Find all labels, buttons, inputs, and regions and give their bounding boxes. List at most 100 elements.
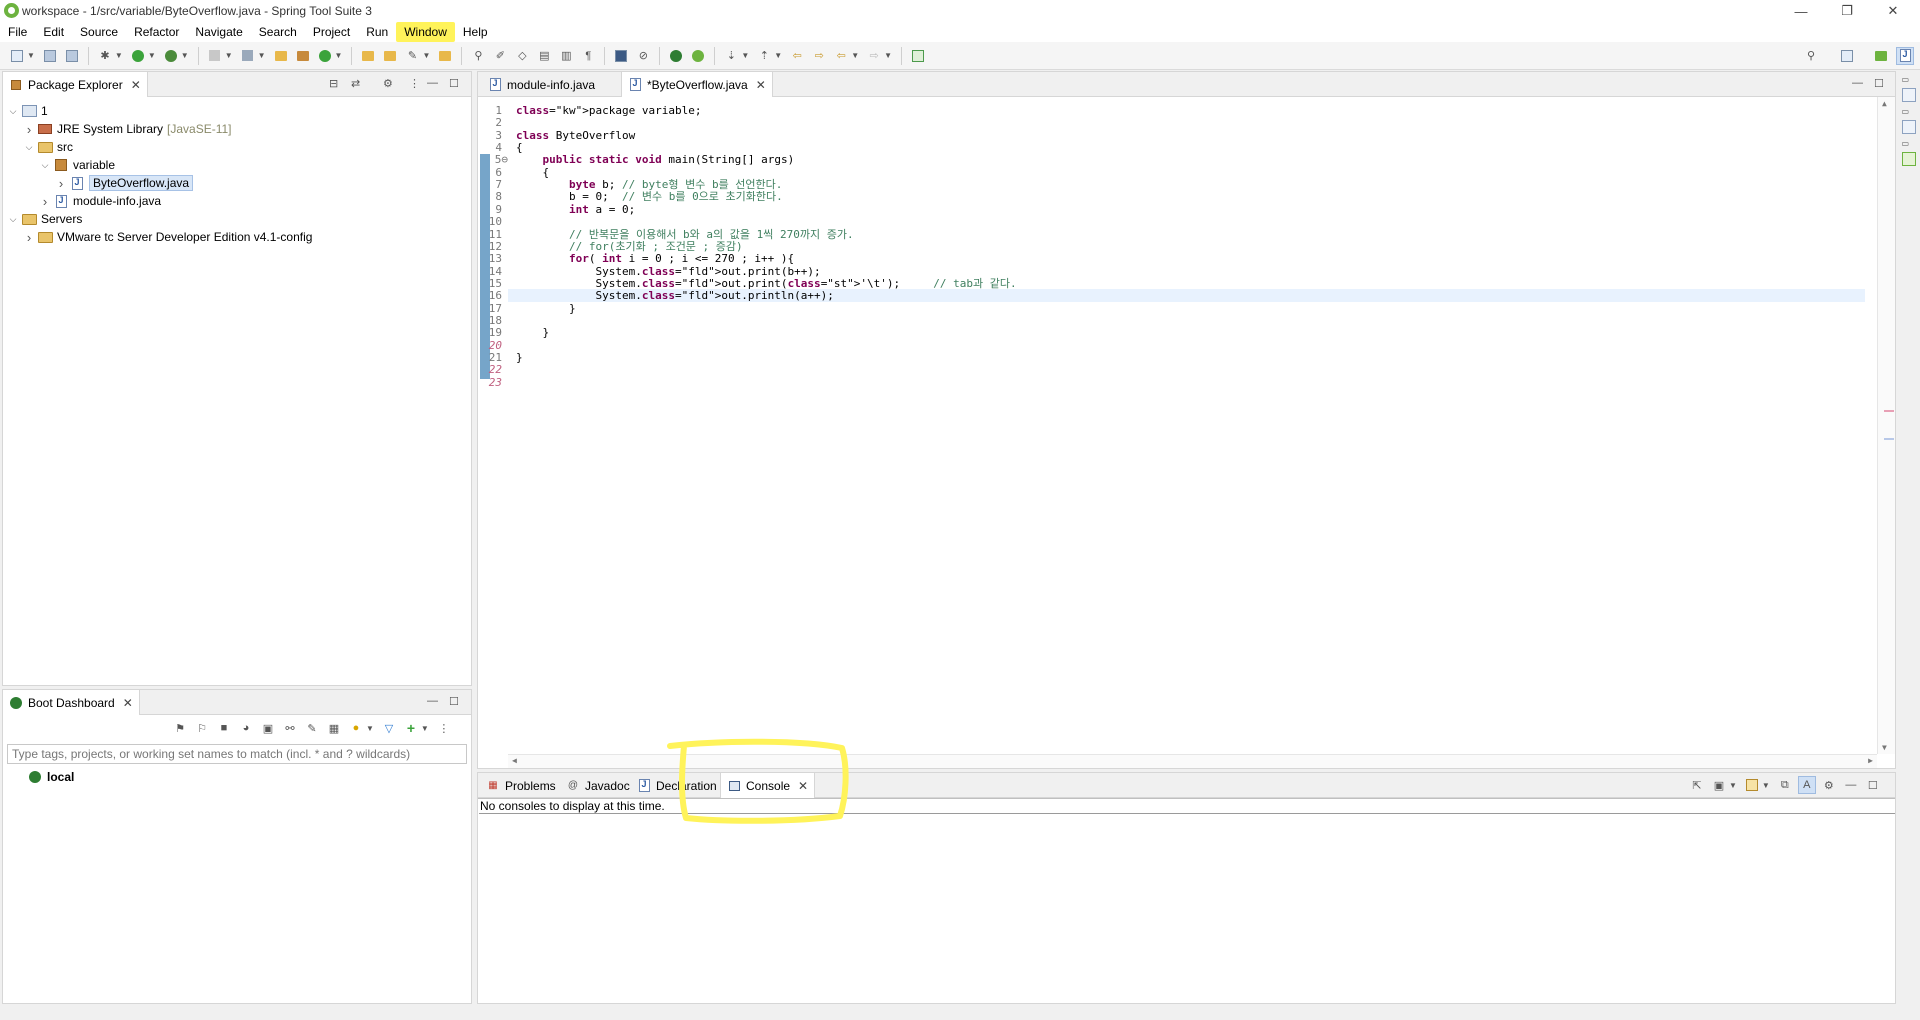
stop-icon[interactable]	[206, 47, 224, 65]
new-class-dropdown-icon[interactable]: ▼	[335, 51, 343, 60]
minimize-icon[interactable]: —	[427, 695, 438, 707]
code-line[interactable]: System.class="fld">out.println(a++);	[516, 290, 833, 302]
display-console-icon[interactable]: ▣	[1710, 776, 1728, 794]
filter-icon[interactable]: ⚙	[383, 77, 393, 90]
tree-item[interactable]: › ByteOverflow.java	[55, 174, 194, 192]
restore-button[interactable]: ❐	[1824, 0, 1870, 22]
open-console-dropdown-icon[interactable]: ▼	[1762, 781, 1770, 790]
collapse-all-icon[interactable]: ⊟	[329, 77, 338, 90]
open-resource-icon[interactable]	[381, 47, 399, 65]
block-selection-icon[interactable]: ◇	[513, 47, 531, 65]
overview-marker[interactable]	[1884, 410, 1894, 412]
last-edit-icon[interactable]: ⇦	[788, 47, 806, 65]
tree-item[interactable]: ⌵ variable	[39, 156, 115, 174]
scroll-right-icon[interactable]: ▶	[1868, 756, 1873, 765]
lightbulb-dropdown-icon[interactable]: ▼	[366, 724, 374, 733]
add-dropdown-icon[interactable]: ▼	[421, 724, 429, 733]
skip-breakpoints-icon[interactable]: ⊘	[634, 47, 652, 65]
vertical-scrollbar[interactable]: ▲ ▼	[1877, 97, 1895, 754]
tree-item[interactable]: ⌵ Servers	[7, 210, 83, 228]
tab-boot-dashboard[interactable]: Boot Dashboard ✕	[2, 690, 140, 715]
prev-annotation-dropdown-icon[interactable]: ▼	[774, 51, 782, 60]
tab-javadoc[interactable]: @ Javadoc	[560, 773, 636, 798]
back-dropdown-icon[interactable]: ▼	[851, 51, 859, 60]
funnel-icon[interactable]: ▽	[380, 719, 398, 737]
back-icon[interactable]: ⇦	[832, 47, 850, 65]
minimize-icon[interactable]: —	[1842, 776, 1860, 794]
code-line[interactable]: class ByteOverflow	[516, 129, 635, 142]
spring-icon[interactable]	[689, 47, 707, 65]
code-line[interactable]: byte b; // byte형 변수 b를 선언한다.	[516, 179, 782, 191]
overview-marker[interactable]	[1884, 438, 1894, 440]
code-editor[interactable]: 1 class="kw">package variable; 2 3 class Byt…	[478, 97, 1895, 768]
console-icon[interactable]: ▣	[259, 719, 277, 737]
next-annotation-icon[interactable]: ⇣	[722, 47, 740, 65]
tab-problems[interactable]: ▦ Problems	[480, 773, 562, 798]
deploy-icon[interactable]	[239, 47, 257, 65]
pin-console-icon[interactable]: ⇱	[1688, 776, 1706, 794]
chevron-right-icon[interactable]: ›	[55, 176, 67, 191]
maximize-icon[interactable]: ☐	[449, 77, 459, 90]
annotation-icon[interactable]: ⚲	[469, 47, 487, 65]
menu-project[interactable]: Project	[305, 22, 358, 42]
code-line[interactable]: int a = 0;	[516, 203, 635, 216]
restore-icon[interactable]: ▭	[1902, 75, 1916, 84]
tab-package-explorer[interactable]: Package Explorer ✕	[2, 72, 148, 97]
debug-dropdown-icon[interactable]: ▼	[115, 51, 123, 60]
menu-run[interactable]: Run	[358, 22, 396, 42]
terminal-icon[interactable]	[612, 47, 630, 65]
external-dropdown-icon[interactable]: ▼	[181, 51, 189, 60]
code-line[interactable]: for( int i = 0 ; i <= 270 ; i++ ){	[516, 253, 794, 265]
spring-perspective-icon[interactable]	[1872, 47, 1890, 65]
search-tool-icon[interactable]: ✎	[403, 47, 421, 65]
new-class-icon[interactable]	[316, 47, 334, 65]
minimize-icon[interactable]: —	[1852, 77, 1863, 89]
code-line[interactable]: {	[516, 142, 523, 154]
code-line[interactable]: }	[516, 327, 549, 339]
list-item[interactable]: local	[25, 768, 74, 786]
scroll-left-icon[interactable]: ◀	[512, 756, 517, 765]
next-annotation-dropdown-icon[interactable]: ▼	[741, 51, 749, 60]
code-line[interactable]: }	[516, 302, 576, 315]
new-package-icon[interactable]	[294, 47, 312, 65]
java-perspective-icon[interactable]	[1896, 46, 1914, 65]
open-console-icon[interactable]	[1743, 776, 1761, 794]
chevron-right-icon[interactable]: ›	[23, 122, 35, 137]
search-icon[interactable]: ⚲	[1802, 47, 1820, 65]
display-console-dropdown-icon[interactable]: ▼	[1729, 781, 1737, 790]
code-line[interactable]: System.class="fld">out.print(class="st">…	[516, 277, 1016, 290]
restart-icon[interactable]: ⚐	[193, 719, 211, 737]
open-task-icon[interactable]	[436, 47, 454, 65]
chevron-down-icon[interactable]: ⌵	[7, 214, 19, 225]
code-line[interactable]: b = 0; // 변수 b를 0으로 초기화한다.	[516, 191, 783, 203]
menu-help[interactable]: Help	[455, 22, 496, 42]
tree-item[interactable]: › JRE System Library [JavaSE-11]	[23, 120, 232, 138]
save-all-icon[interactable]	[63, 47, 81, 65]
word-wrap-icon[interactable]: A	[1797, 776, 1816, 794]
menu-source[interactable]: Source	[72, 22, 126, 42]
tab-module-info[interactable]: module-info.java	[482, 72, 601, 97]
run-dropdown-icon[interactable]: ▼	[148, 51, 156, 60]
pin-editor-icon[interactable]	[909, 47, 927, 65]
menu-file[interactable]: File	[0, 22, 35, 42]
deploy-dropdown-icon[interactable]: ▼	[258, 51, 266, 60]
close-button[interactable]: ✕	[1870, 0, 1916, 22]
debug-icon[interactable]: ✱	[96, 47, 114, 65]
maximize-icon[interactable]: ☐	[1864, 776, 1882, 794]
run-external-icon[interactable]	[162, 47, 180, 65]
console-body[interactable]: No consoles to display at this time.	[478, 798, 1895, 1003]
chevron-down-icon[interactable]: ⌵	[7, 106, 19, 117]
mark-occurrences-icon[interactable]: ✐	[491, 47, 509, 65]
save-icon[interactable]	[41, 47, 59, 65]
stop-dropdown-icon[interactable]: ▼	[225, 51, 233, 60]
tree-item[interactable]: ⌵ src	[23, 138, 73, 156]
chevron-down-icon[interactable]: ⌵	[39, 160, 51, 171]
forward-icon[interactable]: ⇨	[865, 47, 883, 65]
tree-item[interactable]: › module-info.java	[39, 192, 161, 210]
restore-icon[interactable]: ▭	[1902, 139, 1916, 148]
menu-window[interactable]: Window	[396, 22, 455, 42]
stop-icon[interactable]: ■	[215, 719, 233, 737]
copy-icon[interactable]: ⧉	[1776, 776, 1794, 794]
code-line[interactable]: System.class="fld">out.print(b++);	[516, 265, 820, 278]
debug-icon[interactable]: ◕	[237, 719, 255, 737]
